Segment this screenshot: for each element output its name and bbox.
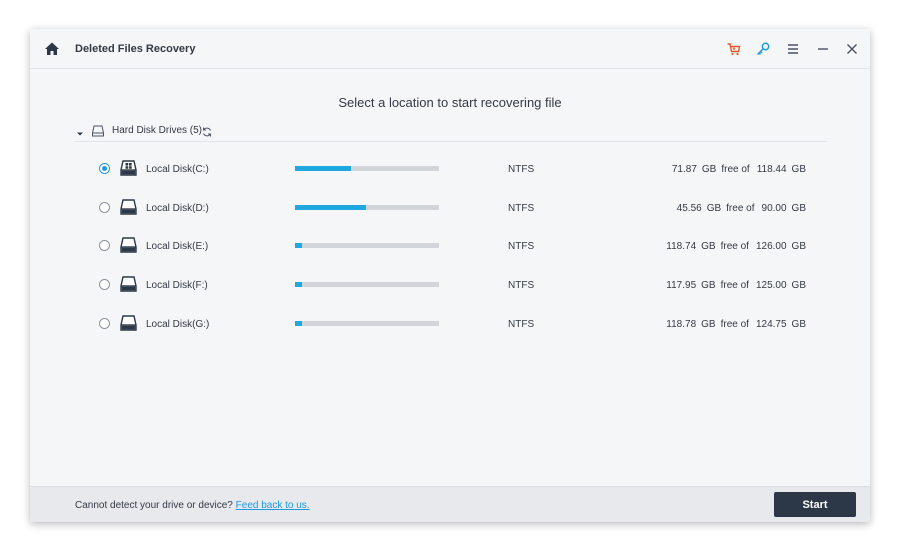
space-info: 118.74 GB free of 126.00 GB [666,241,806,252]
free-space: 118.74 [666,241,697,253]
file-system: NTFS [508,318,535,330]
usage-bar [295,320,439,326]
unit-gb: GB [706,202,722,214]
free-of-label: free of [720,318,749,330]
unit-gb: GB [791,202,806,214]
drive-icon [119,198,138,217]
system-drive-icon [119,159,138,178]
total-space: 126.00 [755,241,787,253]
free-of-label: free of [721,164,750,175]
feedback-link[interactable]: Feed back to us. [236,500,310,511]
total-space: 118.44 [756,164,787,175]
drive-radio[interactable] [99,201,110,213]
key-icon[interactable] [755,41,771,57]
start-button[interactable]: Start [774,492,856,517]
drive-row[interactable]: Local Disk(F:) NTFS 117.95 GB free of 125.00 G… [30,274,870,298]
drive-row[interactable]: Local Disk(C:) NTFS 71.87 GB free of 118.44 GB [30,158,870,182]
drive-group-label: Hard Disk Drives (5) [112,125,203,136]
unit-gb: GB [791,164,806,175]
title-bar: Deleted Files Recovery [30,29,870,69]
drive-name: Local Disk(F:) [146,280,208,292]
minimize-icon[interactable] [815,41,831,57]
usage-bar-fill [295,204,366,210]
app-title: Deleted Files Recovery [75,43,196,55]
free-of-label: free of [720,280,749,292]
drive-row[interactable]: Local Disk(D:) NTFS 45.56 GB free of 90.00 GB [30,197,870,221]
drive-name: Local Disk(G:) [146,318,210,330]
usage-bar-fill [295,320,302,326]
drive-icon [119,314,138,333]
footer-bar: Cannot detect your drive or device? Feed… [30,486,870,522]
drive-name: Local Disk(C:) [146,164,209,175]
free-space: 45.56 [676,202,702,214]
unit-gb: GB [791,280,806,292]
app-window: Deleted Files Recovery Select a location… [30,29,870,522]
footer-text: Cannot detect your drive or device? [75,500,233,511]
usage-bar [295,166,439,171]
page-heading: Select a location to start recovering fi… [338,95,562,110]
usage-bar-fill [295,282,302,288]
drive-row[interactable]: Local Disk(E:) NTFS 118.74 GB free of 126.00 G… [30,235,870,259]
unit-gb: GB [701,280,716,292]
divider [75,141,827,142]
total-space: 90.00 [761,202,787,214]
space-info: 71.87 GB free of 118.44 GB [672,164,806,175]
drive-radio[interactable] [99,163,110,174]
home-icon[interactable] [44,41,60,57]
refresh-icon[interactable] [201,125,213,137]
hard-disk-icon [91,124,105,138]
unit-gb: GB [701,318,716,330]
drive-name: Local Disk(D:) [146,202,209,214]
footer-message: Cannot detect your drive or device? Feed… [75,500,310,511]
free-of-label: free of [720,241,749,253]
space-info: 118.78 GB free of 124.75 GB [666,319,806,330]
usage-bar [295,204,439,210]
total-space: 124.75 [755,318,787,330]
menu-icon[interactable] [785,41,801,57]
free-space: 117.95 [666,280,697,292]
file-system: NTFS [508,202,535,214]
total-space: 125.00 [755,280,787,292]
file-system: NTFS [508,164,535,175]
usage-bar [295,243,439,249]
close-icon[interactable] [844,41,860,57]
space-info: 117.95 GB free of 125.00 GB [666,280,806,291]
cart-icon[interactable] [726,41,742,57]
unit-gb: GB [791,318,806,330]
file-system: NTFS [508,241,535,253]
drive-radio[interactable] [99,240,110,252]
usage-bar-fill [295,243,302,249]
drive-name: Local Disk(E:) [146,241,209,253]
chevron-down-icon[interactable] [75,126,85,136]
unit-gb: GB [791,241,806,253]
unit-gb: GB [701,241,716,253]
drive-row[interactable]: Local Disk(G:) NTFS 118.78 GB free of 124.75 G… [30,313,870,337]
free-space: 118.78 [666,318,697,330]
free-space: 71.87 [671,164,697,175]
drive-radio[interactable] [99,279,110,291]
usage-bar-fill [295,166,351,171]
usage-bar [295,282,439,288]
space-info: 45.56 GB free of 90.00 GB [677,203,806,214]
drive-icon [119,275,138,294]
file-system: NTFS [508,280,535,292]
free-of-label: free of [726,202,755,214]
drive-radio[interactable] [99,317,110,329]
unit-gb: GB [701,164,717,175]
drive-icon [119,236,138,255]
